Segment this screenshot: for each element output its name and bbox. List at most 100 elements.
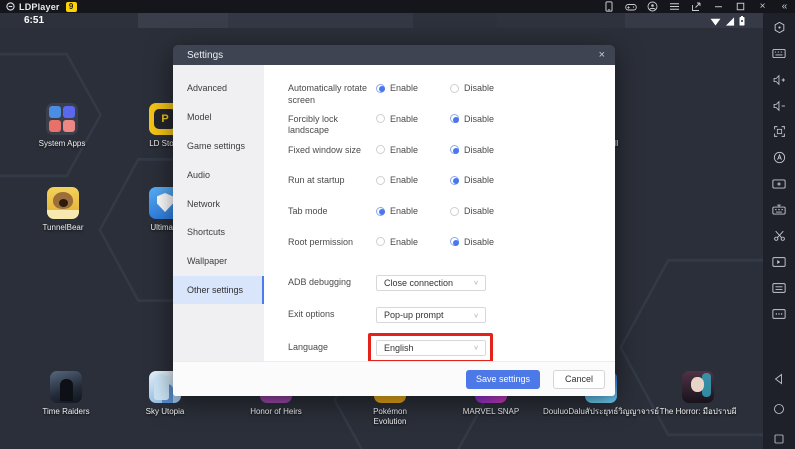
sidebar-item-advanced[interactable]: Advanced [173, 74, 264, 103]
more-dots-icon [772, 308, 786, 320]
sidebar-item-model[interactable]: Model [173, 103, 264, 132]
macro-recorder-icon [773, 151, 786, 164]
keymapping-icon [772, 204, 786, 216]
operation-recorder-button[interactable] [772, 151, 786, 164]
sidebar-item-shortcuts[interactable]: Shortcuts [173, 218, 264, 247]
radio-button[interactable] [450, 145, 459, 154]
radio-label: Disable [464, 145, 494, 155]
radio-button[interactable] [450, 84, 459, 93]
phone-icon-button[interactable] [602, 1, 615, 13]
cancel-button[interactable]: Cancel [553, 370, 605, 389]
radio-option-disable[interactable]: Disable [450, 82, 524, 93]
radio-button[interactable] [376, 176, 385, 185]
nav-back-button[interactable] [772, 372, 786, 385]
chevron-left-double-icon: « [782, 2, 788, 12]
nav-recents-button[interactable] [772, 432, 786, 445]
radio-row: Root permission Enable Disable [288, 236, 615, 267]
scissors-icon [773, 229, 786, 242]
radio-option-disable[interactable]: Disable [450, 236, 524, 247]
chevron-down-icon: ∨ [473, 344, 479, 351]
video-button[interactable] [772, 255, 786, 268]
radio-option-enable[interactable]: Enable [376, 174, 450, 185]
keyboard-tool-button[interactable] [772, 47, 786, 60]
app-label: Sky Utopia [146, 407, 185, 417]
app-time-raiders[interactable]: Time Raiders [33, 371, 99, 417]
maximize-button[interactable] [734, 1, 747, 13]
scissors-button[interactable] [772, 229, 786, 242]
radio-button[interactable] [450, 176, 459, 185]
radio-option-disable[interactable]: Disable [450, 205, 524, 216]
exit-options-dropdown-wrap: Pop-up prompt ∨ [376, 307, 486, 323]
radio-option-enable[interactable]: Enable [376, 82, 450, 93]
dropdown-row: ADB debugging Close connection ∨ [288, 267, 615, 299]
keyboard-mapping-button[interactable] [772, 203, 786, 216]
radio-option-disable[interactable]: Disable [450, 174, 524, 185]
app-label: System Apps [39, 139, 86, 149]
app-the-horror[interactable]: The Horror: มือปราบผี [633, 371, 763, 417]
sidebar-item-network[interactable]: Network [173, 189, 264, 218]
menu-icon-button[interactable] [668, 1, 681, 13]
radio-button[interactable] [450, 207, 459, 216]
gamepad-icon-button[interactable] [624, 1, 637, 13]
nav-home-button[interactable] [772, 402, 786, 415]
radio-option-disable[interactable]: Disable [450, 113, 524, 124]
app-tunnelbear[interactable]: TunnelBear [30, 187, 96, 233]
radio-option-enable[interactable]: Enable [376, 236, 450, 247]
radio-option-enable[interactable]: Enable [376, 113, 450, 124]
setting-label: Fixed window size [288, 144, 376, 157]
collapse-toolbar-button[interactable]: « [778, 1, 791, 13]
sidebar-item-audio[interactable]: Audio [173, 160, 264, 189]
tunnelbear-icon [47, 187, 79, 219]
radio-label: Disable [464, 206, 494, 216]
maximize-icon [736, 2, 745, 11]
list-button[interactable] [772, 281, 786, 294]
sidebar-item-label: Advanced [187, 83, 227, 93]
dialog-footer: Save settings Cancel [173, 361, 615, 396]
radio-option-enable[interactable]: Enable [376, 205, 450, 216]
setting-label: Run at startup [288, 174, 376, 187]
pointer-share-icon [691, 2, 702, 12]
list-icon [772, 282, 786, 294]
app-label: Pokémon Evolution [357, 407, 423, 427]
settings-tool-button[interactable] [772, 21, 786, 34]
radio-button[interactable] [376, 145, 385, 154]
sidebar-item-wallpaper[interactable]: Wallpaper [173, 247, 264, 276]
radio-option-disable[interactable]: Disable [450, 144, 524, 155]
exit-options-dropdown[interactable]: Pop-up prompt ∨ [376, 307, 486, 323]
pointer-icon-button[interactable] [690, 1, 703, 13]
radio-button[interactable] [376, 207, 385, 216]
minimize-button[interactable] [712, 1, 725, 13]
radio-button[interactable] [376, 237, 385, 246]
more-button[interactable] [772, 307, 786, 320]
partial-app-label: ll [615, 139, 619, 148]
dialog-header: Settings × [173, 45, 615, 65]
radio-button[interactable] [450, 114, 459, 123]
radio-button[interactable] [376, 84, 385, 93]
language-dropdown-wrap: English ∨ [376, 340, 486, 356]
volume-down-button[interactable] [772, 99, 786, 112]
save-settings-button[interactable]: Save settings [466, 370, 540, 389]
radio-button[interactable] [376, 114, 385, 123]
sidebar-item-label: Other settings [187, 285, 243, 295]
radio-label: Disable [464, 114, 494, 124]
sidebar-item-game-settings[interactable]: Game settings [173, 132, 264, 161]
sidebar-item-label: Wallpaper [187, 256, 227, 266]
radio-option-enable[interactable]: Enable [376, 144, 450, 155]
dialog-title: Settings [187, 50, 223, 61]
chevron-down-icon: ∨ [473, 279, 479, 286]
dropdown-value: Pop-up prompt [384, 310, 444, 320]
screenshot-button[interactable] [772, 177, 786, 190]
radio-button[interactable] [450, 237, 459, 246]
android-status-bar: 6:51 [0, 13, 763, 28]
app-system-apps[interactable]: System Apps [29, 103, 95, 149]
volume-up-button[interactable] [772, 73, 786, 86]
fullscreen-button[interactable] [772, 125, 786, 138]
setting-label: ADB debugging [288, 277, 376, 289]
sidebar-item-other-settings[interactable]: Other settings [173, 276, 264, 305]
adb-debugging-dropdown[interactable]: Close connection ∨ [376, 275, 486, 291]
close-window-button[interactable]: × [756, 1, 769, 13]
keyboard-icon [772, 48, 786, 59]
support-icon-button[interactable] [646, 1, 659, 13]
language-dropdown[interactable]: English ∨ [376, 340, 486, 356]
close-icon[interactable]: × [599, 50, 605, 61]
